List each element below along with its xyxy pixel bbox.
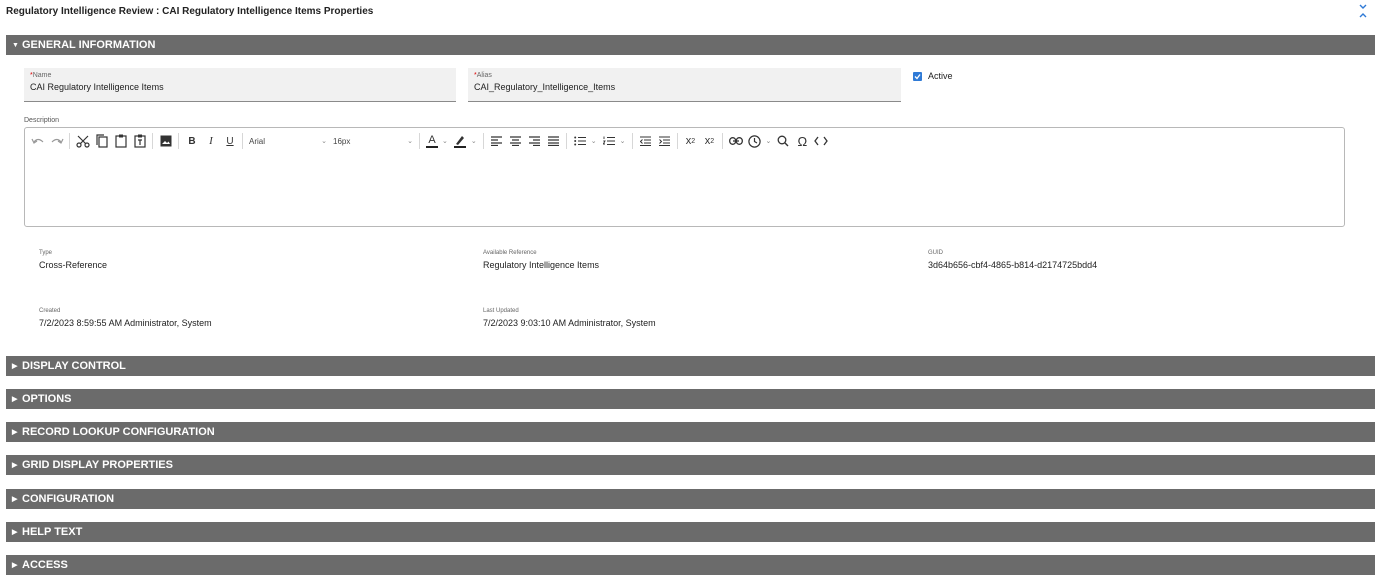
align-right-icon[interactable]	[528, 132, 542, 150]
caret-right-icon: ▶	[12, 496, 18, 503]
image-icon[interactable]	[159, 132, 173, 150]
last-updated-label: Last Updated	[483, 308, 519, 314]
active-toggle[interactable]: Active	[913, 71, 953, 81]
numbered-list-icon[interactable]	[602, 132, 616, 150]
type-label: Type	[39, 250, 53, 256]
name-field[interactable]: * Name CAI Regulatory Intelligence Items	[24, 68, 456, 102]
copy-icon[interactable]	[95, 132, 109, 150]
name-label: Name	[32, 72, 52, 79]
available-reference-label: Available Reference	[483, 250, 537, 256]
editor-toolbar: B I U Arial ⌄ 16px ⌄ A ⌄ ⌄ ⌄ ⌄ x 2 x 2 ⌄…	[25, 128, 1344, 154]
indent-icon[interactable]	[658, 132, 672, 150]
caret-right-icon: ▶	[12, 363, 18, 370]
superscript-icon[interactable]: x2	[684, 132, 698, 150]
highlight-color-icon[interactable]	[453, 132, 467, 150]
section-title: OPTIONS	[22, 393, 72, 405]
available-reference-info: Available Reference Regulatory Intellige…	[483, 250, 599, 270]
section-title: GRID DISPLAY PROPERTIES	[22, 459, 173, 471]
text-color-icon[interactable]: A	[426, 132, 438, 150]
search-icon[interactable]	[776, 132, 790, 150]
guid-info: GUID 3d64b656-cbf4-4865-b814-d2174725bdd…	[928, 250, 1097, 270]
align-justify-icon[interactable]	[547, 132, 561, 150]
undo-icon[interactable]	[31, 132, 45, 150]
caret-right-icon: ▶	[12, 462, 18, 469]
section-title: GENERAL INFORMATION	[22, 39, 156, 51]
alias-label: Alias	[476, 72, 492, 79]
created-value: 7/2/2023 8:59:55 AM Administrator, Syste…	[39, 318, 212, 328]
source-code-icon[interactable]	[814, 132, 829, 150]
section-title: ACCESS	[22, 559, 68, 571]
outdent-icon[interactable]	[639, 132, 653, 150]
subscript-icon[interactable]: x2	[703, 132, 717, 150]
section-title: CONFIGURATION	[22, 493, 115, 505]
paste-text-icon[interactable]	[133, 132, 147, 150]
collapse-all-icon[interactable]	[1356, 4, 1370, 18]
font-family-value: Arial	[249, 136, 266, 146]
italic-icon[interactable]: I	[204, 132, 218, 150]
align-left-icon[interactable]	[490, 132, 504, 150]
caret-right-icon: ▶	[12, 429, 18, 436]
type-info: Type Cross-Reference	[39, 250, 107, 270]
alias-field[interactable]: * Alias CAI_Regulatory_Intelligence_Item…	[468, 68, 901, 102]
available-reference-value: Regulatory Intelligence Items	[483, 260, 600, 270]
type-value: Cross-Reference	[39, 260, 108, 270]
chevron-down-icon[interactable]: ⌄	[442, 137, 448, 145]
font-family-select[interactable]: Arial ⌄	[249, 132, 327, 150]
alias-value: CAI_Regulatory_Intelligence_Items	[474, 82, 616, 92]
active-label: Active	[928, 71, 953, 81]
section-title: HELP TEXT	[22, 526, 83, 538]
bold-icon[interactable]: B	[185, 132, 199, 150]
page-title: Regulatory Intelligence Review : CAI Reg…	[6, 6, 374, 17]
link-icon[interactable]	[728, 132, 743, 150]
caret-right-icon: ▶	[12, 562, 18, 569]
section-options[interactable]: ▶ OPTIONS	[6, 389, 1375, 409]
section-record-lookup-configuration[interactable]: ▶ RECORD LOOKUP CONFIGURATION	[6, 422, 1375, 442]
section-display-control[interactable]: ▶ DISPLAY CONTROL	[6, 356, 1375, 376]
section-general-information[interactable]: ▼ GENERAL INFORMATION	[6, 35, 1375, 55]
active-checkbox[interactable]	[913, 71, 922, 81]
clock-icon[interactable]	[748, 132, 762, 150]
chevron-down-icon[interactable]: ⌄	[766, 137, 772, 145]
chevron-down-icon[interactable]: ⌄	[591, 137, 597, 145]
chevron-down-icon[interactable]: ⌄	[471, 137, 477, 145]
name-value: CAI Regulatory Intelligence Items	[30, 82, 164, 92]
created-label: Created	[39, 308, 61, 314]
created-info: Created 7/2/2023 8:59:55 AM Administrato…	[39, 308, 212, 328]
bullet-list-icon[interactable]	[573, 132, 587, 150]
redo-icon[interactable]	[50, 132, 64, 150]
chevron-down-icon[interactable]: ⌄	[620, 137, 626, 145]
font-size-select[interactable]: 16px ⌄	[333, 132, 413, 150]
caret-down-icon: ▼	[12, 41, 19, 49]
description-label: Description	[24, 117, 60, 124]
underline-icon[interactable]: U	[223, 132, 237, 150]
chevron-down-icon: ⌄	[407, 138, 413, 145]
section-grid-display-properties[interactable]: ▶ GRID DISPLAY PROPERTIES	[6, 455, 1375, 475]
guid-value: 3d64b656-cbf4-4865-b814-d2174725bdd4	[928, 260, 1098, 270]
section-title: RECORD LOOKUP CONFIGURATION	[22, 426, 215, 438]
section-access[interactable]: ▶ ACCESS	[6, 555, 1375, 575]
last-updated-info: Last Updated 7/2/2023 9:03:10 AM Adminis…	[483, 308, 656, 328]
section-title: DISPLAY CONTROL	[22, 360, 126, 372]
chevron-down-icon: ⌄	[321, 138, 327, 145]
align-center-icon[interactable]	[509, 132, 523, 150]
last-updated-value: 7/2/2023 9:03:10 AM Administrator, Syste…	[483, 318, 656, 328]
special-character-icon[interactable]: Ω	[795, 132, 809, 150]
caret-right-icon: ▶	[12, 529, 18, 536]
section-configuration[interactable]: ▶ CONFIGURATION	[6, 489, 1375, 509]
guid-label: GUID	[928, 250, 943, 256]
caret-right-icon: ▶	[12, 396, 18, 403]
font-size-value: 16px	[333, 136, 351, 146]
section-help-text[interactable]: ▶ HELP TEXT	[6, 522, 1375, 542]
paste-icon[interactable]	[114, 132, 128, 150]
description-editor[interactable]: B I U Arial ⌄ 16px ⌄ A ⌄ ⌄ ⌄ ⌄ x 2 x 2 ⌄…	[24, 127, 1345, 227]
cut-icon[interactable]	[76, 132, 90, 150]
